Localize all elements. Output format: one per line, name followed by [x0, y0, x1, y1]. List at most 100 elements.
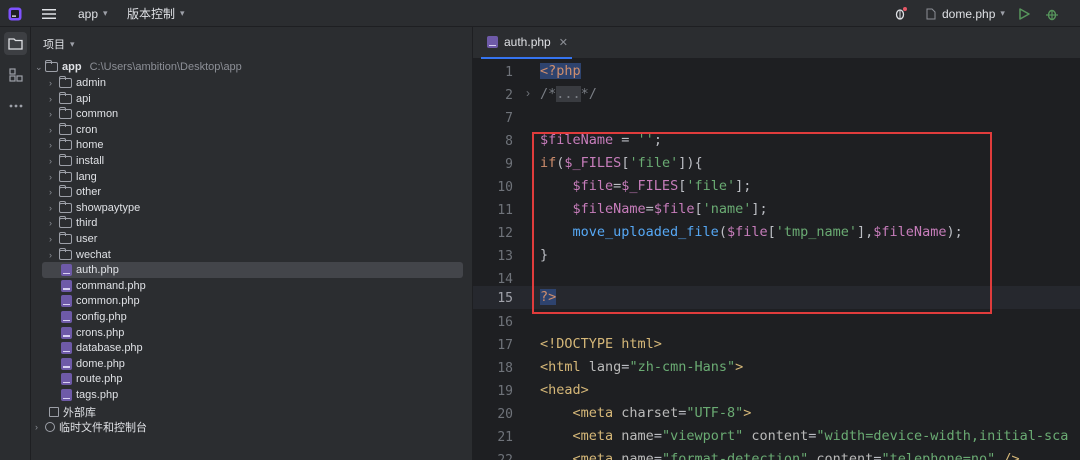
code-line-22: <meta name="format-detection" content="t…	[572, 451, 1020, 460]
tree-folder-label: other	[76, 186, 102, 199]
tree-root-path: C:\Users\ambition\Desktop\app	[89, 61, 242, 73]
run-icon[interactable]	[1018, 0, 1030, 27]
tree-file-tags-php[interactable]: tags.php	[59, 387, 118, 403]
tree-folder-lang[interactable]: › lang	[49, 169, 97, 185]
tree-folder-cron[interactable]: › cron	[49, 122, 97, 138]
folder-icon	[44, 60, 58, 72]
chevron-right-icon[interactable]: ›	[49, 156, 59, 166]
tree-folder-install[interactable]: › install	[49, 153, 104, 169]
chevron-right-icon[interactable]: ›	[49, 140, 59, 150]
chevron-right-icon[interactable]: ›	[49, 125, 59, 135]
debug-icon[interactable]	[1045, 0, 1059, 27]
project-name: app	[78, 6, 99, 21]
debug-bug-icon[interactable]	[893, 0, 908, 27]
line-number: 22	[473, 453, 513, 460]
tree-folder-label: showpaytype	[76, 201, 141, 214]
code-editor[interactable]: 1278910111213141516171819202122 › <?php …	[473, 59, 1080, 460]
scratches-label: 临时文件和控制台	[59, 422, 147, 434]
folder-icon	[58, 200, 72, 213]
line-number: 10	[497, 180, 513, 195]
tree-folder-label: home	[76, 139, 104, 152]
more-icon[interactable]	[4, 94, 27, 117]
php-file-icon	[487, 36, 498, 48]
tab-auth-php[interactable]: auth.php ✕	[481, 27, 572, 59]
tree-folder-label: third	[76, 217, 98, 230]
folder-icon	[58, 122, 72, 135]
chevron-down-icon: ▾	[103, 8, 108, 18]
tree-file-auth-php[interactable]: auth.php	[42, 262, 463, 279]
code-line-21: <meta name="viewport" content="width=dev…	[572, 428, 1069, 444]
line-number: 17	[497, 338, 513, 353]
tree-folder-user[interactable]: › user	[49, 231, 97, 247]
line-number: 19	[497, 384, 513, 399]
code-line-2: /*...*/	[540, 86, 597, 102]
line-number: 15	[497, 291, 513, 306]
tree-folder-third[interactable]: › third	[49, 215, 97, 231]
tree-file-command-php[interactable]: command.php	[59, 278, 146, 294]
line-number: 16	[497, 315, 513, 330]
tree-file-dome-php[interactable]: dome.php	[59, 356, 125, 372]
folder-icon	[58, 91, 72, 104]
php-file-icon	[61, 357, 72, 370]
app-logo-icon[interactable]	[8, 0, 22, 27]
chevron-right-icon[interactable]: ›	[49, 218, 59, 228]
code-line-20: <meta charset="UTF-8">	[572, 405, 752, 421]
chevron-right-icon[interactable]: ›	[49, 172, 59, 182]
folder-icon	[58, 154, 72, 166]
fold-chevron-icon[interactable]: ›	[526, 86, 530, 100]
chevron-right-icon[interactable]: ›	[35, 422, 45, 432]
external-libraries-label: 外部库	[63, 407, 96, 419]
tree-file-database-php[interactable]: database.php	[59, 340, 143, 356]
tool-window-strip	[0, 27, 31, 460]
tree-file-label: config.php	[76, 311, 127, 323]
tree-external-libraries[interactable]: 外部库	[49, 404, 96, 420]
tree-file-crons-php[interactable]: crons.php	[59, 325, 124, 341]
tree-folder-common[interactable]: › common	[49, 106, 118, 122]
code-line-19: <head>	[540, 382, 589, 398]
project-tool-folder-icon[interactable]	[4, 32, 27, 55]
tree-folder-wechat[interactable]: › wechat	[49, 247, 111, 263]
main-menu-icon[interactable]	[42, 0, 56, 27]
line-number: 9	[505, 157, 513, 172]
tree-file-label: common.php	[76, 295, 140, 308]
chevron-right-icon[interactable]: ›	[49, 109, 59, 119]
chevron-right-icon[interactable]: ›	[49, 187, 59, 197]
tree-folder-other[interactable]: › other	[49, 184, 101, 200]
tree-root-app[interactable]: ⌄ app C:\Users\ambition\Desktop\app	[35, 59, 242, 75]
tree-folder-admin[interactable]: › admin	[49, 75, 106, 91]
tree-folder-showpaytype[interactable]: › showpaytype	[49, 200, 140, 216]
folder-icon	[58, 107, 72, 120]
tree-file-common-php[interactable]: common.php	[59, 293, 140, 309]
chevron-right-icon[interactable]: ›	[49, 234, 59, 244]
line-number: 12	[497, 226, 513, 241]
tree-file-label: route.php	[76, 373, 123, 386]
project-panel-title: 项目	[43, 39, 65, 51]
chevron-right-icon[interactable]: ›	[49, 203, 59, 213]
chevron-down-icon[interactable]: ⌄	[35, 62, 45, 73]
chevron-right-icon[interactable]: ›	[49, 78, 59, 88]
line-number: 18	[497, 361, 513, 376]
tree-file-config-php[interactable]: config.php	[59, 309, 127, 325]
tree-file-route-php[interactable]: route.php	[59, 371, 122, 387]
run-config-widget[interactable]: dome.php ▾	[926, 0, 1005, 27]
line-number: 8	[505, 134, 513, 149]
chevron-right-icon[interactable]: ›	[49, 250, 59, 260]
tab-label: auth.php	[504, 35, 551, 49]
structure-icon[interactable]	[4, 63, 27, 86]
close-icon[interactable]: ✕	[559, 36, 568, 49]
project-widget[interactable]: app ▾	[78, 0, 108, 27]
code-line-17: <!DOCTYPE html>	[540, 336, 662, 352]
tree-folder-label: user	[76, 233, 98, 245]
line-number: 7	[505, 111, 513, 126]
tree-folder-api[interactable]: › api	[49, 91, 91, 107]
project-panel-header[interactable]: 项目 ▾	[43, 36, 75, 52]
tree-folder-home[interactable]: › home	[49, 137, 104, 153]
code-line-1: <?php	[540, 63, 581, 79]
folder-icon	[58, 232, 72, 244]
vcs-widget[interactable]: 版本控制 ▾	[127, 0, 185, 27]
folder-icon	[58, 216, 72, 229]
tree-scratches[interactable]: › 临时文件和控制台	[35, 419, 147, 435]
line-number: 20	[497, 407, 513, 422]
chevron-right-icon[interactable]: ›	[49, 94, 59, 104]
code-line-18: <html lang="zh-cmn-Hans">	[540, 359, 744, 375]
